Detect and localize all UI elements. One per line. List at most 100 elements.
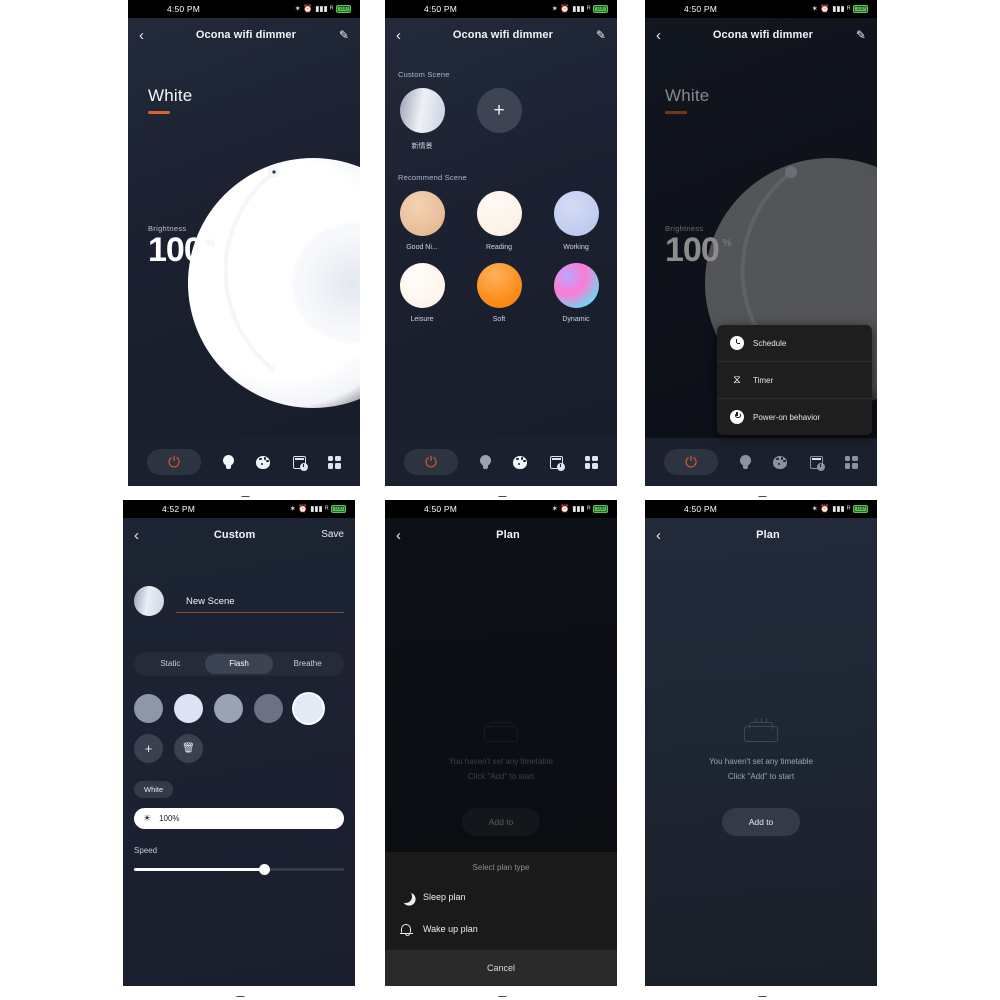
back-button[interactable]: ‹ — [656, 28, 670, 43]
delete-color-button[interactable]: 🗑 — [174, 734, 203, 763]
menu-item-schedule[interactable]: Schedule — [717, 325, 872, 362]
color-name-chip: White — [134, 781, 174, 798]
nav-home-button[interactable] — [498, 996, 507, 997]
brightness-unit: % — [205, 238, 215, 249]
brightness-tab[interactable] — [480, 455, 492, 469]
schedule-tab[interactable] — [549, 455, 565, 471]
color-swatch-selected[interactable] — [294, 694, 323, 723]
nav-menu-button[interactable]: ≡ — [420, 494, 427, 498]
status-icons: ✶ ⏰ ▮▮▮ ᴿ 100 — [812, 505, 868, 513]
back-button[interactable]: ‹ — [396, 528, 410, 543]
power-button[interactable]: ⏻ — [147, 449, 202, 475]
mode-breathe[interactable]: Breathe — [273, 654, 342, 674]
brightness-tab[interactable] — [740, 455, 752, 469]
sheet-item-sleep-plan[interactable]: Sleep plan — [385, 881, 617, 913]
screenshot-grid: 4:50 PM ✶ ⏰ ▮▮▮ ᴿ 100 ‹ Ocona wifi dimme… — [0, 0, 1000, 1000]
signal-icon: ▮▮▮ — [832, 504, 845, 514]
more-tab[interactable] — [844, 455, 858, 469]
back-button[interactable]: ‹ — [656, 528, 670, 543]
color-swatch[interactable] — [134, 694, 163, 723]
status-time: 4:50 PM — [684, 4, 718, 14]
add-plan-button[interactable]: Add to — [721, 808, 801, 836]
scene-swatch — [399, 191, 445, 236]
scene-tab[interactable] — [513, 455, 528, 469]
nav-home-button[interactable] — [241, 496, 250, 497]
nav-back-button[interactable]: ‹ — [316, 994, 320, 998]
android-navbar: ≡ ‹ — [128, 486, 360, 497]
nav-back-button[interactable]: ‹ — [578, 494, 582, 498]
brightness-bar[interactable]: ☀ 100% — [134, 808, 344, 829]
menu-label: Power-on behavior — [753, 412, 821, 422]
add-scene-button[interactable]: + — [475, 88, 523, 151]
color-swatch[interactable] — [174, 694, 203, 723]
nav-home-button[interactable] — [758, 496, 767, 497]
signal-icon: ▮▮▮ — [832, 4, 845, 14]
scene-avatar[interactable] — [134, 586, 164, 616]
scene-item[interactable]: Good Ni... — [398, 191, 446, 251]
nav-menu-button[interactable]: ≡ — [680, 494, 687, 498]
edit-icon[interactable]: ✎ — [596, 29, 606, 41]
brightness-tab[interactable] — [223, 455, 235, 469]
back-button[interactable]: ‹ — [134, 528, 148, 543]
schedule-tab[interactable] — [809, 455, 825, 471]
color-actions: + 🗑 — [134, 734, 344, 763]
color-swatch[interactable] — [214, 694, 243, 723]
scene-item[interactable]: Reading — [475, 191, 523, 251]
speed-slider[interactable] — [134, 864, 344, 875]
back-button[interactable]: ‹ — [139, 28, 153, 43]
mode-static[interactable]: Static — [136, 654, 205, 674]
battery-level: 100 — [596, 506, 605, 512]
power-button[interactable]: ⏻ — [664, 449, 719, 475]
nav-back-button[interactable]: ‹ — [578, 994, 582, 998]
color-swatch[interactable] — [254, 694, 283, 723]
scene-item[interactable]: Soft — [475, 263, 523, 323]
more-tab[interactable] — [584, 455, 598, 469]
empty-state: You haven't set any timetable Click "Add… — [645, 718, 877, 836]
custom-scene-row: 新情景 + — [398, 88, 604, 151]
bluetooth-icon: ✶ — [551, 4, 558, 14]
menu-item-timer[interactable]: ⧖ Timer — [717, 362, 872, 399]
nav-menu-button[interactable]: ≡ — [420, 994, 427, 998]
nav-menu-button[interactable]: ≡ — [158, 994, 165, 998]
back-button[interactable]: ‹ — [396, 28, 410, 43]
edit-icon[interactable]: ✎ — [856, 29, 866, 41]
scene-tab[interactable] — [256, 455, 271, 469]
nav-home-button[interactable] — [498, 496, 507, 497]
schedule-tab[interactable] — [292, 455, 308, 471]
edit-icon[interactable]: ✎ — [339, 29, 349, 41]
scene-tab[interactable] — [773, 455, 788, 469]
phone-screen-custom-scene: 4:52 PM ✶ ⏰ ▮▮▮ ᴿ 100 ‹ Custom Save New … — [123, 500, 355, 997]
nav-menu-button[interactable]: ≡ — [163, 494, 170, 498]
nav-home-button[interactable] — [236, 996, 245, 997]
page-title: Ocona wifi dimmer — [195, 29, 297, 41]
nav-back-button[interactable]: ‹ — [838, 494, 842, 498]
add-color-button[interactable]: + — [134, 734, 163, 763]
scene-item[interactable]: Leisure — [398, 263, 446, 323]
more-tab[interactable] — [327, 455, 341, 469]
speed-label: Speed — [134, 846, 158, 855]
scene-swatch — [553, 263, 599, 308]
wifi-icon: ᴿ — [847, 504, 851, 514]
scene-label: Dynamic — [562, 316, 590, 323]
save-button[interactable]: Save — [321, 530, 344, 540]
cancel-button[interactable]: Cancel — [385, 950, 617, 986]
scene-item[interactable]: Working — [552, 191, 600, 251]
speed-knob[interactable] — [258, 864, 270, 875]
mode-flash[interactable]: Flash — [204, 654, 274, 674]
nav-back-button[interactable]: ‹ — [838, 994, 842, 998]
scene-name-input[interactable] — [176, 589, 344, 613]
sun-icon: ☀ — [143, 813, 152, 823]
power-button[interactable]: ⏻ — [404, 449, 459, 475]
sheet-item-wake-up-plan[interactable]: Wake up plan — [385, 913, 617, 945]
nav-back-button[interactable]: ‹ — [321, 494, 325, 498]
moon-icon — [399, 890, 413, 904]
scene-item[interactable]: Dynamic — [552, 263, 600, 323]
menu-item-power-on-behavior[interactable]: Power-on behavior — [717, 399, 872, 435]
nav-menu-button[interactable]: ≡ — [680, 994, 687, 998]
scene-item-custom[interactable]: 新情景 — [398, 88, 446, 151]
status-icons: ✶ ⏰ ▮▮▮ ᴿ 100 — [552, 505, 608, 513]
wifi-icon: ᴿ — [330, 4, 334, 14]
app-header: ‹ Plan — [645, 518, 877, 552]
nav-home-button[interactable] — [758, 996, 767, 997]
android-navbar: ≡ ‹ — [645, 486, 877, 497]
